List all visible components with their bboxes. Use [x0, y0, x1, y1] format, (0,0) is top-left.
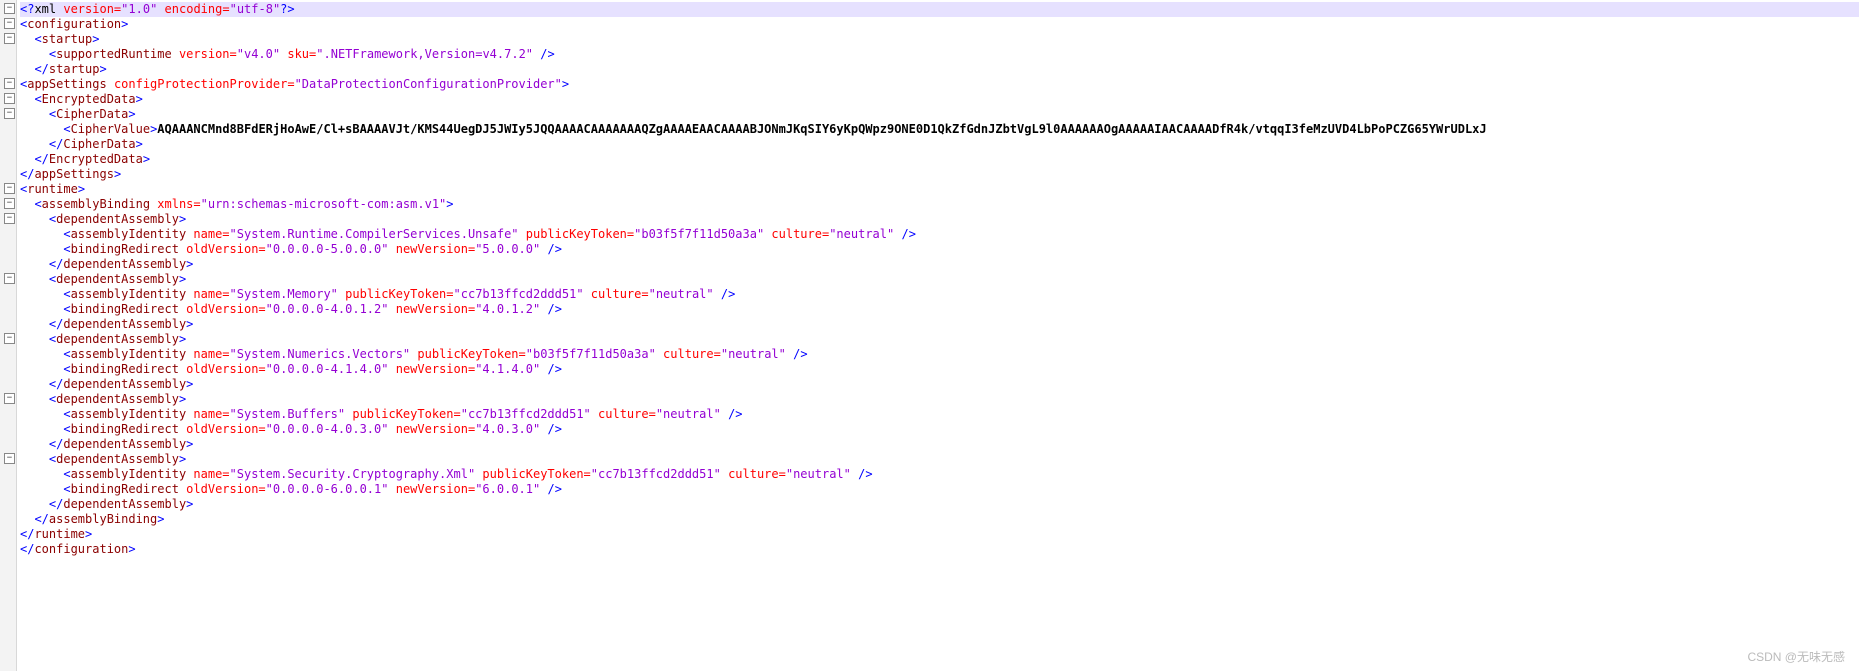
tag-assemblybinding-close: </assemblyBinding> [20, 512, 1859, 527]
tag-bindingredirect: <bindingRedirect oldVersion="0.0.0.0-4.0… [20, 422, 1859, 437]
tag-dependentassembly-close: </dependentAssembly> [20, 377, 1859, 392]
tag-encrypteddata-open: − <EncryptedData> [20, 92, 1859, 107]
tag-bindingredirect: <bindingRedirect oldVersion="0.0.0.0-4.0… [20, 302, 1859, 317]
watermark: CSDN @无味无感 [1747, 650, 1845, 665]
tag-supportedruntime: <supportedRuntime version="v4.0" sku=".N… [20, 47, 1859, 62]
tag-encrypteddata-close: </EncryptedData> [20, 152, 1859, 167]
fold-icon[interactable]: − [4, 393, 15, 404]
tag-ciphervalue: <CipherValue>AQAAANCMnd8BFdERjHoAwE/Cl+s… [20, 122, 1859, 137]
fold-icon[interactable]: − [4, 3, 15, 14]
fold-icon[interactable]: − [4, 183, 15, 194]
tag-dependentassembly-close: </dependentAssembly> [20, 317, 1859, 332]
tag-assemblyidentity: <assemblyIdentity name="System.Memory" p… [20, 287, 1859, 302]
tag-bindingredirect: <bindingRedirect oldVersion="0.0.0.0-5.0… [20, 242, 1859, 257]
tag-dependentassembly-open: −<dependentAssembly> [20, 212, 1859, 227]
tag-configuration-open: − <configuration> [20, 17, 1859, 32]
tag-assemblyidentity: <assemblyIdentity name="System.Security.… [20, 467, 1859, 482]
tag-dependentassembly-close: </dependentAssembly> [20, 497, 1859, 512]
xml-code-block: − <?xml version="1.0" encoding="utf-8"?>… [0, 0, 1859, 557]
fold-icon[interactable]: − [4, 453, 15, 464]
tag-startup-close: </startup> [20, 62, 1859, 77]
tag-dependentassembly-open: −<dependentAssembly> [20, 272, 1859, 287]
tag-dependentassembly-open: −<dependentAssembly> [20, 332, 1859, 347]
fold-icon[interactable]: − [4, 273, 15, 284]
tag-dependentassembly-close: </dependentAssembly> [20, 437, 1859, 452]
tag-runtime-open: − <runtime> [20, 182, 1859, 197]
fold-icon[interactable]: − [4, 198, 15, 209]
tag-assemblyidentity: <assemblyIdentity name="System.Numerics.… [20, 347, 1859, 362]
tag-cipherdata-open: − <CipherData> [20, 107, 1859, 122]
fold-icon[interactable]: − [4, 33, 15, 44]
tag-assemblybinding-open: − <assemblyBinding xmlns="urn:schemas-mi… [20, 197, 1859, 212]
tag-dependentassembly-close: </dependentAssembly> [20, 257, 1859, 272]
xml-declaration: − <?xml version="1.0" encoding="utf-8"?> [20, 2, 1859, 17]
fold-icon[interactable]: − [4, 108, 15, 119]
tag-dependentassembly-open: −<dependentAssembly> [20, 392, 1859, 407]
tag-appsettings-close: </appSettings> [20, 167, 1859, 182]
tag-bindingredirect: <bindingRedirect oldVersion="0.0.0.0-6.0… [20, 482, 1859, 497]
tag-appsettings-open: − <appSettings configProtectionProvider=… [20, 77, 1859, 92]
tag-startup-open: − <startup> [20, 32, 1859, 47]
fold-icon[interactable]: − [4, 93, 15, 104]
fold-icon[interactable]: − [4, 78, 15, 89]
fold-icon[interactable]: − [4, 18, 15, 29]
tag-runtime-close: </runtime> [20, 527, 1859, 542]
tag-dependentassembly-open: −<dependentAssembly> [20, 452, 1859, 467]
fold-icon[interactable]: − [4, 333, 15, 344]
tag-bindingredirect: <bindingRedirect oldVersion="0.0.0.0-4.1… [20, 362, 1859, 377]
tag-configuration-close: </configuration> [20, 542, 1859, 557]
tag-assemblyidentity: <assemblyIdentity name="System.Buffers" … [20, 407, 1859, 422]
tag-assemblyidentity: <assemblyIdentity name="System.Runtime.C… [20, 227, 1859, 242]
fold-icon[interactable]: − [4, 213, 15, 224]
tag-cipherdata-close: </CipherData> [20, 137, 1859, 152]
